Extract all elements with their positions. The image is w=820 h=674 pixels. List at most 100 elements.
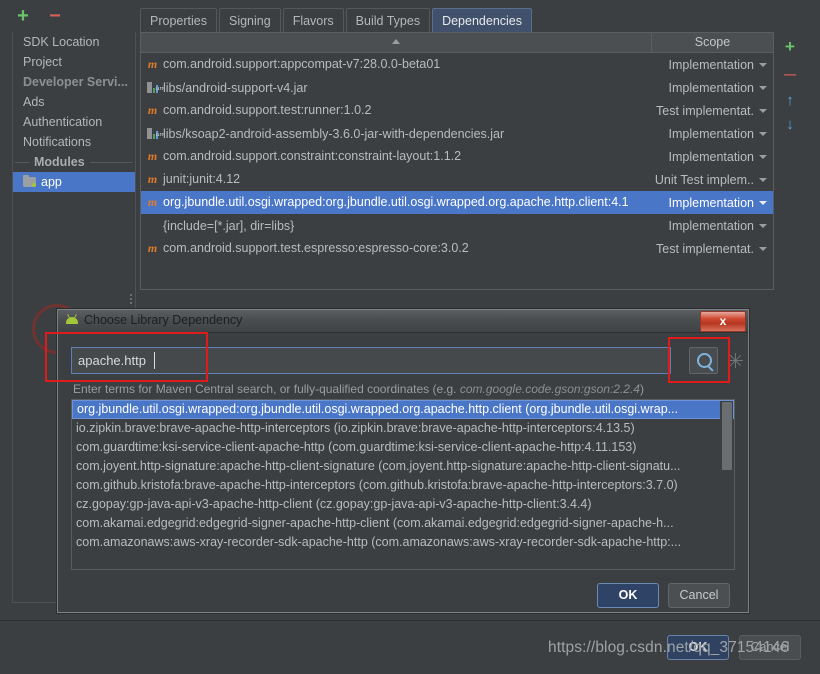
watermark-text: https://blog.csdn.net/qq_37154146 — [548, 639, 790, 656]
dependency-actions-toolbar: + ─ ↑ ↓ — [778, 34, 804, 149]
list-item[interactable]: com.github.kristofa:brave-apache-http-in… — [72, 476, 734, 495]
panel-splitter-handle[interactable] — [128, 292, 134, 310]
list-item[interactable]: com.joyent.http-signature:apache-http-cl… — [72, 457, 734, 476]
bottom-bar: OK Cancel https://blog.csdn.net/qq_37154… — [0, 620, 820, 674]
scope-dropdown[interactable]: Implementation — [646, 127, 773, 141]
dependency-name: m com.android.support.constraint:constrai… — [145, 149, 646, 164]
scope-dropdown[interactable]: Unit Test implem.. — [646, 173, 773, 187]
search-hint-text: Enter terms for Maven Central search, or… — [73, 382, 644, 396]
tab-flavors[interactable]: Flavors — [282, 8, 344, 33]
scope-dropdown[interactable]: Implementation — [646, 219, 773, 233]
tab-bar: Properties Signing Flavors Build Types D… — [140, 5, 534, 33]
tab-dependencies[interactable]: Dependencies — [432, 8, 532, 33]
tab-properties[interactable]: Properties — [140, 8, 217, 33]
maven-icon: m — [147, 57, 158, 71]
chevron-down-icon — [759, 85, 767, 90]
loading-spinner-icon — [728, 353, 743, 368]
sidebar-item-ads[interactable]: Ads — [13, 92, 135, 112]
sidebar-item-authentication[interactable]: Authentication — [13, 112, 135, 132]
results-scrollbar[interactable] — [720, 401, 733, 569]
sidebar-group-modules: Modules — [13, 152, 135, 172]
table-row[interactable]: m com.android.support.test.espresso:espre… — [141, 237, 773, 260]
chevron-down-icon — [759, 62, 767, 67]
dialog-body: Enter terms for Maven Central search, or… — [58, 333, 748, 612]
maven-icon: m — [147, 195, 158, 209]
scope-dropdown[interactable]: Implementation — [646, 58, 773, 72]
maven-icon: m — [147, 241, 158, 255]
jar-icon — [145, 81, 160, 95]
chevron-down-icon — [759, 108, 767, 113]
android-icon — [65, 313, 79, 328]
list-item[interactable]: io.zipkin.brave:brave-apache-http-interc… — [72, 419, 734, 438]
scope-dropdown[interactable]: Test implementat. — [646, 242, 773, 256]
add-module-button[interactable]: + — [13, 6, 33, 26]
jar-icon — [145, 127, 160, 141]
remove-module-button[interactable]: − — [45, 6, 65, 26]
sidebar-item-sdk-location[interactable]: SDK Location — [13, 32, 135, 52]
chevron-down-icon — [759, 200, 767, 205]
divider-right — [89, 161, 132, 163]
remove-dependency-button[interactable]: ─ — [781, 66, 799, 84]
chevron-down-icon — [759, 131, 767, 136]
maven-icon: m — [147, 149, 158, 163]
move-up-button[interactable]: ↑ — [781, 92, 799, 110]
column-header-name[interactable] — [141, 33, 652, 52]
hint-prefix: Enter terms for Maven Central search, or… — [73, 382, 460, 396]
list-item[interactable]: com.akamai.edgegrid:edgegrid-signer-apac… — [72, 514, 734, 533]
scrollbar-thumb[interactable] — [722, 402, 732, 470]
text-caret — [154, 352, 155, 369]
search-input[interactable] — [71, 347, 671, 374]
list-item[interactable]: cz.gopay:gp-java-api-v3-apache-http-clie… — [72, 495, 734, 514]
table-row[interactable]: m junit:junit:4.12 Unit Test implem.. — [141, 168, 773, 191]
ok-button[interactable]: OK — [597, 583, 659, 608]
dialog-title-bar[interactable]: Choose Library Dependency x — [58, 310, 748, 333]
dependency-name: m com.android.support:appcompat-v7:28.0.0… — [145, 57, 646, 72]
dependency-name: m org.jbundle.util.osgi.wrapped:org.jbund… — [145, 195, 646, 210]
sidebar-item-app[interactable]: app — [13, 172, 135, 192]
table-row[interactable]: libs/android-support-v4.jar Implementati… — [141, 76, 773, 99]
move-down-button[interactable]: ↓ — [781, 116, 799, 134]
chevron-down-icon — [759, 177, 767, 182]
chevron-down-icon — [759, 246, 767, 251]
sidebar-group-label: Modules — [34, 155, 85, 169]
dialog-title: Choose Library Dependency — [84, 313, 243, 327]
column-header-scope[interactable]: Scope — [652, 33, 773, 52]
table-row[interactable]: m com.android.support:appcompat-v7:28.0.0… — [141, 53, 773, 76]
close-icon[interactable]: x — [700, 311, 746, 332]
tab-signing[interactable]: Signing — [218, 8, 281, 33]
dependency-name: m com.android.support.test.espresso:espre… — [145, 241, 646, 256]
search-results-list[interactable]: org.jbundle.util.osgi.wrapped:org.jbundl… — [71, 399, 735, 570]
list-item-selected[interactable]: org.jbundle.util.osgi.wrapped:org.jbundl… — [72, 400, 734, 419]
dependencies-table: Scope m com.android.support:appcompat-v7:… — [140, 32, 774, 290]
scope-dropdown[interactable]: Test implementat. — [646, 104, 773, 118]
choose-library-dependency-dialog: Choose Library Dependency x Enter terms … — [57, 309, 749, 613]
chevron-down-icon — [759, 154, 767, 159]
scope-dropdown[interactable]: Implementation — [646, 150, 773, 164]
sidebar-item-developer-services[interactable]: Developer Servi... — [13, 72, 135, 92]
scope-dropdown[interactable]: Implementation — [646, 196, 773, 210]
sidebar-item-project[interactable]: Project — [13, 52, 135, 72]
sidebar-item-label: app — [41, 175, 62, 189]
search-row — [71, 344, 743, 378]
search-button[interactable] — [689, 347, 718, 374]
table-row[interactable]: libs/ksoap2-android-assembly-3.6.0-jar-w… — [141, 122, 773, 145]
sidebar-item-notifications[interactable]: Notifications — [13, 132, 135, 152]
table-row[interactable]: m com.android.support.test:runner:1.0.2 T… — [141, 99, 773, 122]
chevron-down-icon — [759, 223, 767, 228]
maven-icon: m — [147, 103, 158, 117]
list-item[interactable]: com.guardtime:ksi-service-client-apache-… — [72, 438, 734, 457]
table-row[interactable]: m com.android.support.constraint:constrai… — [141, 145, 773, 168]
folder-icon — [23, 175, 36, 187]
cancel-button[interactable]: Cancel — [668, 583, 730, 608]
sort-ascending-icon — [392, 39, 400, 44]
maven-icon: m — [147, 172, 158, 186]
dependency-name: libs/android-support-v4.jar — [145, 81, 646, 95]
add-dependency-button[interactable]: + — [781, 38, 799, 56]
table-row[interactable]: {include=[*.jar], dir=libs} Implementati… — [141, 214, 773, 237]
table-header: Scope — [141, 33, 773, 53]
scope-dropdown[interactable]: Implementation — [646, 81, 773, 95]
table-row-selected[interactable]: m org.jbundle.util.osgi.wrapped:org.jbund… — [141, 191, 773, 214]
tab-build-types[interactable]: Build Types — [345, 8, 431, 33]
dependency-name: {include=[*.jar], dir=libs} — [163, 218, 295, 233]
list-item[interactable]: com.amazonaws:aws-xray-recorder-sdk-apac… — [72, 533, 734, 552]
